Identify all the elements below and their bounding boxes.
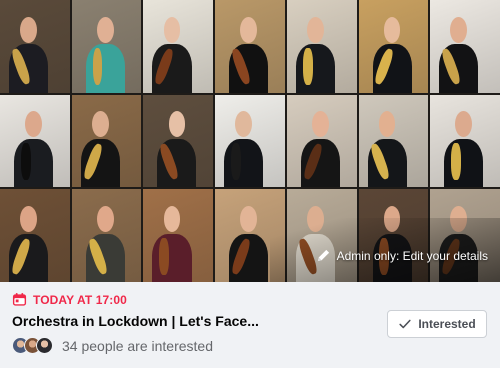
musician-video-tile [71,189,142,282]
admin-edit-text: Admin only: Edit your details [336,248,488,263]
musician-video-tile [358,0,429,93]
event-info-panel: TODAY AT 17:00 Orchestra in Lockdown | L… [0,282,500,368]
musician-video-tile [286,94,357,188]
interested-button[interactable]: Interested [387,310,487,338]
musician-video-tile [0,94,70,188]
event-date-text: TODAY AT 17:00 [33,292,127,307]
event-date-row: TODAY AT 17:00 [12,292,127,307]
musician-video-tile [71,94,142,188]
event-cover-photo[interactable]: Admin only: Edit your details [0,0,500,282]
interested-count-text: 34 people are interested [62,337,213,354]
musician-video-tile [358,94,429,188]
musician-video-tile [215,0,285,93]
musician-video-tile [430,0,500,93]
check-icon [399,319,411,329]
interested-avatars [12,337,53,354]
musician-video-tile [143,94,214,188]
admin-edit-details-link[interactable]: Admin only: Edit your details [316,248,488,263]
interested-summary[interactable]: 34 people are interested [12,337,213,354]
event-title[interactable]: Orchestra in Lockdown | Let's Face... [12,313,259,329]
musician-video-tile [286,0,357,93]
interested-button-label: Interested [418,317,476,331]
pencil-icon [317,249,329,262]
musician-video-tile [71,0,142,93]
musician-video-tile [143,0,214,93]
musician-video-tile [0,189,70,282]
musician-video-tile [430,94,500,188]
musician-video-tile [215,94,285,188]
musician-video-tile [143,189,214,282]
avatar [36,337,53,354]
musician-video-tile [0,0,70,93]
calendar-icon [12,292,27,306]
